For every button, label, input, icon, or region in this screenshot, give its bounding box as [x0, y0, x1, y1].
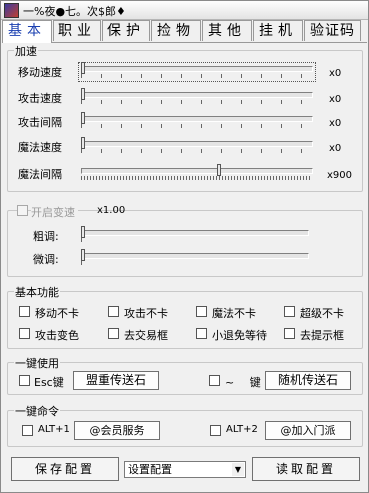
- slider-focus-rect: [78, 62, 316, 82]
- basic-option-label: 去交易框: [124, 329, 168, 342]
- slider-thumb[interactable]: [81, 137, 85, 149]
- alt1-hotkey-checkbox[interactable]: [22, 425, 33, 436]
- load-config-button[interactable]: 读取配置: [252, 457, 360, 481]
- basic-legend: 基本功能: [14, 284, 60, 300]
- basic-option-label: 魔法不卡: [212, 307, 256, 320]
- title-bar[interactable]: 一%夜●七。次$郎♦: [1, 1, 368, 20]
- speed-row-value: x0: [329, 118, 342, 129]
- onekey-use-legend: 一键使用: [14, 355, 60, 371]
- tab-pickup[interactable]: 捡物: [151, 20, 201, 41]
- boost-slider[interactable]: [81, 253, 309, 259]
- slider-ticks: [81, 149, 312, 153]
- speed-row-label: 攻击速度: [18, 92, 62, 105]
- basic-option-checkbox[interactable]: [284, 328, 295, 339]
- esc-hotkey-label: Esc键: [34, 376, 64, 389]
- slider-ticks: [81, 238, 83, 242]
- chevron-down-icon[interactable]: ▼: [232, 463, 244, 476]
- boost-row-label: 微调:: [33, 253, 59, 266]
- basic-option-checkbox[interactable]: [284, 306, 295, 317]
- basic-option-checkbox[interactable]: [19, 306, 30, 317]
- config-select[interactable]: 设置配置 ▼: [124, 461, 246, 478]
- random-teleport-button[interactable]: 随机传送石: [265, 371, 351, 390]
- boost-value: x1.00: [97, 205, 126, 216]
- tab-other[interactable]: 其他: [202, 20, 252, 41]
- boost-group: [7, 210, 363, 277]
- slider-ticks: [81, 261, 83, 265]
- basic-option-label: 去提示框: [300, 329, 344, 342]
- speed-slider[interactable]: [81, 141, 313, 147]
- slider-thumb[interactable]: [81, 226, 85, 238]
- basic-option-checkbox[interactable]: [196, 328, 207, 339]
- tilde-hotkey-checkbox[interactable]: [209, 375, 220, 386]
- save-config-button[interactable]: 保存配置: [11, 457, 119, 481]
- basic-option-label: 攻击变色: [35, 329, 79, 342]
- speed-slider[interactable]: [81, 116, 313, 122]
- speed-row-label: 移动速度: [18, 66, 62, 79]
- speed-row-label: 攻击间隔: [18, 116, 62, 129]
- alt2-hotkey-checkbox[interactable]: [210, 425, 221, 436]
- basic-option-label: 小退免等待: [212, 329, 267, 342]
- slider-ticks: [81, 124, 312, 128]
- tab-basic[interactable]: 基本: [2, 20, 52, 43]
- tab-protect[interactable]: 保护: [102, 20, 150, 41]
- boost-checkbox[interactable]: [17, 205, 28, 216]
- basic-option-checkbox[interactable]: [108, 306, 119, 317]
- speed-row-value: x0: [329, 68, 342, 79]
- boost-row-label: 粗调:: [33, 230, 59, 243]
- member-service-button[interactable]: @会员服务: [74, 421, 160, 440]
- basic-option-checkbox[interactable]: [196, 306, 207, 317]
- boost-label: 开启变速: [31, 204, 78, 220]
- slider-thumb[interactable]: [81, 62, 85, 74]
- config-select-value: 设置配置: [128, 463, 172, 476]
- tab-captcha[interactable]: 验证码: [304, 20, 361, 41]
- slider-ticks: [81, 100, 312, 104]
- tab-idle[interactable]: 挂机: [253, 20, 303, 41]
- slider-ticks: [81, 176, 312, 180]
- tab-class[interactable]: 职业: [53, 20, 101, 41]
- speed-slider[interactable]: [81, 92, 313, 98]
- slider-thumb[interactable]: [81, 88, 85, 100]
- speed-row-value: x0: [329, 143, 342, 154]
- basic-option-label: 超级不卡: [300, 307, 344, 320]
- slider-ticks: [81, 74, 312, 78]
- speed-row-value: x0: [329, 94, 342, 105]
- join-guild-button[interactable]: @加入门派: [265, 421, 351, 440]
- window-title: 一%夜●七。次$郎♦: [23, 5, 126, 18]
- basic-option-label: 移动不卡: [35, 307, 79, 320]
- boost-slider[interactable]: [81, 230, 309, 236]
- speed-slider[interactable]: [81, 66, 313, 72]
- onekey-cmd-legend: 一键命令: [14, 403, 60, 419]
- slider-thumb[interactable]: [81, 249, 85, 261]
- speed-row-label: 魔法速度: [18, 141, 62, 154]
- esc-hotkey-checkbox[interactable]: [19, 375, 30, 386]
- tab-bar: 基本 职业 保护 捡物 其他 挂机 验证码: [2, 20, 367, 43]
- speed-row-value: x900: [327, 170, 353, 181]
- slider-thumb[interactable]: [81, 112, 85, 124]
- speed-row-label: 魔法间隔: [18, 168, 62, 181]
- slider-thumb[interactable]: [217, 164, 221, 176]
- basic-option-label: 攻击不卡: [124, 307, 168, 320]
- speed-legend: 加速: [14, 43, 38, 59]
- alt2-hotkey-label: ALT+2: [226, 424, 258, 435]
- tilde-hotkey-label: ~ 键: [225, 376, 261, 389]
- app-window: 一%夜●七。次$郎♦ 基本 职业 保护 捡物 其他 挂机 验证码 加速 移动速度…: [0, 0, 369, 493]
- alt1-hotkey-label: ALT+1: [38, 424, 70, 435]
- mengzhong-teleport-button[interactable]: 盟重传送石: [73, 371, 159, 390]
- app-icon: [4, 3, 19, 18]
- speed-slider[interactable]: [81, 168, 313, 174]
- basic-option-checkbox[interactable]: [19, 328, 30, 339]
- basic-option-checkbox[interactable]: [108, 328, 119, 339]
